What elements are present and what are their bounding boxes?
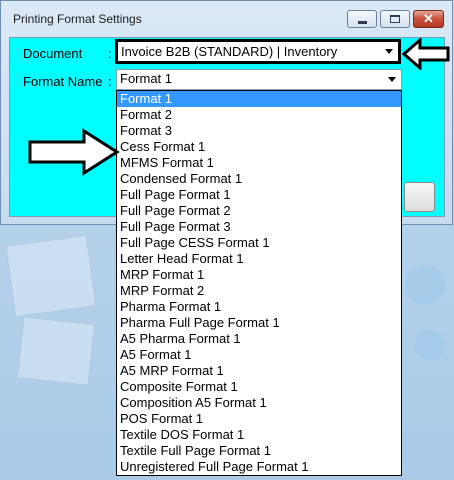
dropdown-option[interactable]: Format 1	[117, 91, 401, 107]
dropdown-option[interactable]: Composition A5 Format 1	[117, 395, 401, 411]
dropdown-option[interactable]: A5 Format 1	[117, 347, 401, 363]
format-name-select[interactable]: Format 1	[116, 69, 402, 90]
dropdown-option[interactable]: Textile Full Page Format 1	[117, 443, 401, 459]
dropdown-option[interactable]: Cess Format 1	[117, 139, 401, 155]
dropdown-option[interactable]: Pharma Full Page Format 1	[117, 315, 401, 331]
document-select[interactable]: Invoice B2B (STANDARD) | Inventory	[115, 39, 401, 64]
dropdown-option[interactable]: A5 Pharma Format 1	[117, 331, 401, 347]
format-name-select-value: Format 1	[120, 71, 173, 86]
background-document	[5, 234, 97, 318]
minimize-button[interactable]	[347, 10, 377, 28]
dropdown-option[interactable]: Pharma Format 1	[117, 299, 401, 315]
dropdown-option[interactable]: A5 MRP Format 1	[117, 363, 401, 379]
dropdown-option[interactable]: MRP Format 1	[117, 267, 401, 283]
dropdown-option[interactable]: Full Page Format 2	[117, 203, 401, 219]
partially-hidden-button[interactable]	[404, 182, 435, 212]
dropdown-option[interactable]: Composite Format 1	[117, 379, 401, 395]
maximize-icon	[390, 15, 400, 23]
background-bubble	[415, 330, 445, 360]
minimize-icon	[357, 20, 367, 24]
title-bar[interactable]: Printing Format Settings ✕	[1, 1, 452, 35]
dropdown-option[interactable]: POS Format 1	[117, 411, 401, 427]
dropdown-option[interactable]: Format 2	[117, 107, 401, 123]
close-button[interactable]: ✕	[413, 10, 444, 28]
dropdown-option[interactable]: Full Page Format 3	[117, 219, 401, 235]
dropdown-option[interactable]: Condensed Format 1	[117, 171, 401, 187]
format-name-colon: :	[108, 74, 112, 89]
chevron-down-icon	[388, 77, 396, 82]
background-bubble	[405, 265, 445, 305]
dropdown-option[interactable]: MRP Format 2	[117, 283, 401, 299]
dropdown-option[interactable]: Letter Head Format 1	[117, 251, 401, 267]
document-colon: :	[108, 46, 112, 61]
dropdown-option[interactable]: Full Page Format 1	[117, 187, 401, 203]
dropdown-option[interactable]: Format 3	[117, 123, 401, 139]
format-name-dropdown-list[interactable]: Format 1 Format 2 Format 3 Cess Format 1 MFM…	[116, 90, 402, 476]
format-name-label: Format Name	[23, 74, 103, 89]
dropdown-option[interactable]: Full Page CESS Format 1	[117, 235, 401, 251]
dropdown-option[interactable]: MFMS Format 1	[117, 155, 401, 171]
dropdown-option[interactable]: Unregistered Full Page Format 1	[117, 459, 401, 475]
dropdown-option[interactable]: Textile DOS Format 1	[117, 427, 401, 443]
arrow-annotation-icon	[402, 38, 450, 70]
close-icon: ✕	[423, 11, 434, 26]
background-document	[16, 316, 96, 386]
chevron-down-icon	[385, 49, 393, 54]
arrow-annotation-icon	[28, 128, 120, 176]
document-select-value: Invoice B2B (STANDARD) | Inventory	[121, 44, 338, 59]
window-title: Printing Format Settings	[13, 12, 142, 26]
document-label: Document	[23, 46, 83, 61]
maximize-button[interactable]	[380, 10, 410, 28]
